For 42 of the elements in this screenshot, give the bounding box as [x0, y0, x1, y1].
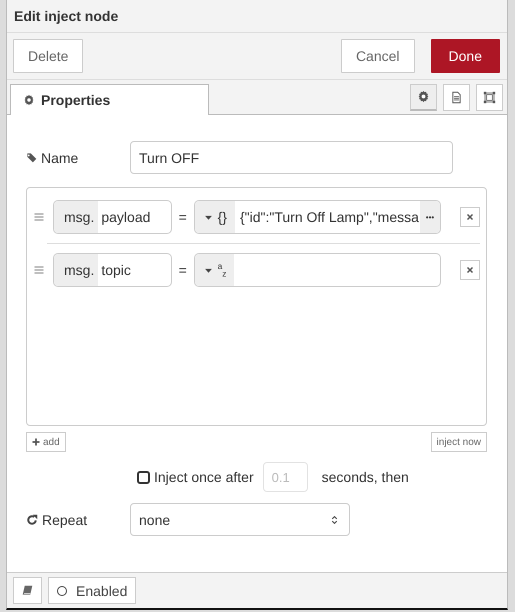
equals-sign: = [178, 262, 188, 278]
tab[interactable]: Properties [10, 84, 209, 115]
checkbox[interactable] [137, 470, 150, 484]
close-icon [466, 266, 474, 274]
help-button[interactable] [13, 577, 42, 604]
appearance-tab-button[interactable] [476, 84, 503, 110]
repeat-dropdown[interactable]: none [130, 503, 350, 536]
equals-sign: = [178, 209, 188, 225]
drag-handle-icon[interactable] [33, 264, 45, 276]
inject-now-button[interactable]: inject now [430, 432, 487, 452]
name-label: Name [41, 150, 78, 166]
drag-handle-icon[interactable] [33, 211, 45, 223]
delay-field[interactable]: 0.1 [262, 462, 308, 492]
property-field[interactable]: msg. payload [53, 200, 172, 234]
enabled-button[interactable]: Enabled [48, 577, 136, 604]
window-title: Edit inject node [7, 0, 507, 33]
refresh-icon [26, 514, 38, 526]
property-field[interactable]: msg. topic [53, 253, 172, 287]
remove-button[interactable] [460, 207, 480, 227]
repeat-label: Repeat [42, 512, 88, 528]
tag-icon [26, 152, 37, 163]
expand-button[interactable]: ••• [420, 201, 440, 233]
gear-icon [417, 90, 430, 103]
frame-icon [483, 90, 496, 104]
cancel-button[interactable]: Cancel [340, 39, 415, 73]
book-icon [22, 585, 33, 596]
plus-icon [32, 438, 40, 446]
remove-button[interactable] [460, 260, 480, 280]
done-button[interactable]: Done [430, 39, 500, 73]
document-icon [450, 90, 463, 104]
gear-icon [23, 94, 35, 106]
inject-once-label: Inject once after [154, 469, 254, 485]
value-field[interactable]: {} {"id":"Turn Off Lamp","messa ••• [194, 200, 442, 234]
document-tab-button[interactable] [443, 84, 470, 110]
type-label: {} [218, 209, 227, 225]
add-button[interactable]: add [26, 432, 66, 452]
delete-button[interactable]: Delete [13, 39, 84, 73]
settings-tab-button[interactable] [410, 84, 437, 110]
chevron-updown-icon [330, 514, 339, 524]
close-icon [466, 213, 474, 221]
seconds-label: seconds, then [322, 469, 409, 485]
name-field[interactable]: Turn OFF [130, 141, 453, 174]
